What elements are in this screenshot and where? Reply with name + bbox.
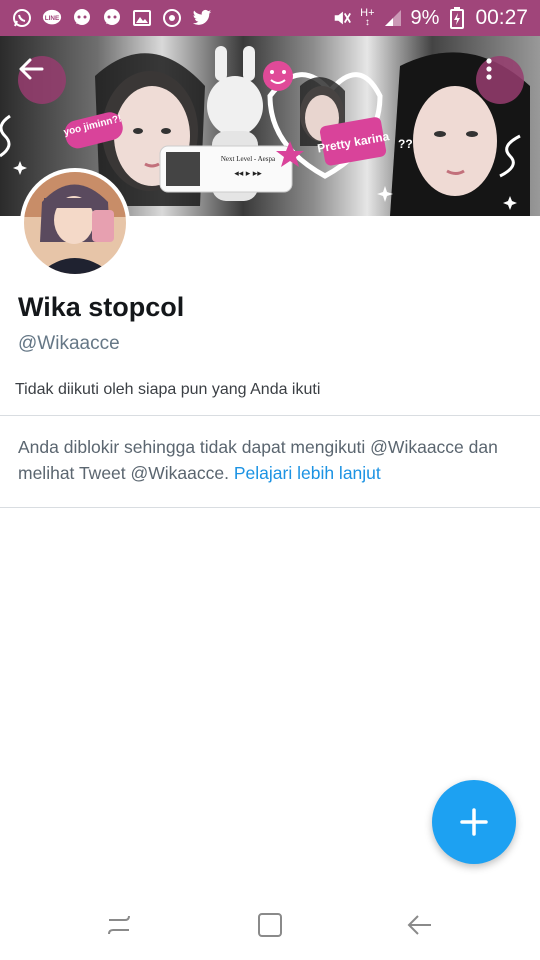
network-data-icon: H+ ↕ xyxy=(360,7,375,28)
profile-name: Wika stopcol xyxy=(18,292,185,322)
system-indicators: H+ ↕ 9% 00:27 xyxy=(332,6,528,30)
system-navigation-bar xyxy=(0,890,540,960)
player-title: Next Level - Aespa xyxy=(221,155,276,163)
learn-more-link[interactable]: Pelajari lebih lanjut xyxy=(234,463,381,483)
plus-icon xyxy=(460,808,488,836)
avatar-image xyxy=(24,172,126,274)
compose-tweet-button[interactable] xyxy=(432,780,516,864)
recent-apps-icon xyxy=(108,915,130,935)
blocked-notice: Anda diblokir sehingga tidak dapat mengi… xyxy=(18,434,523,486)
battery-icon xyxy=(447,7,467,29)
home-icon xyxy=(258,913,282,937)
mute-icon xyxy=(332,8,352,28)
overflow-menu-icon xyxy=(486,58,492,80)
notification-icons: LINE xyxy=(12,8,212,28)
status-bar: LINE H+ ↕ 9% 00:27 xyxy=(0,0,540,36)
line-icon: LINE xyxy=(42,8,62,28)
followers-you-know: Tidak diikuti oleh siapa pun yang Anda i… xyxy=(15,381,321,398)
home-button[interactable] xyxy=(254,910,286,940)
clock: 00:27 xyxy=(475,6,528,29)
chat-bubble-icon xyxy=(102,8,122,28)
back-button[interactable] xyxy=(18,56,66,104)
whatsapp-icon xyxy=(12,8,32,28)
divider xyxy=(0,507,540,508)
gallery-icon xyxy=(132,8,152,28)
avatar[interactable] xyxy=(20,168,130,278)
svg-text:◂◂ ▸ ▸▸: ◂◂ ▸ ▸▸ xyxy=(234,168,262,178)
more-options-button[interactable] xyxy=(476,56,524,104)
sync-icon xyxy=(162,8,182,28)
twitter-icon xyxy=(192,8,212,28)
back-arrow-icon xyxy=(407,915,431,935)
signal-icon xyxy=(383,8,403,28)
recent-apps-button[interactable] xyxy=(103,910,135,940)
battery-percent: 9% xyxy=(410,6,440,29)
chat-bubble-icon xyxy=(72,8,92,28)
svg-text:LINE: LINE xyxy=(45,15,60,22)
system-back-button[interactable] xyxy=(404,910,436,940)
profile-handle: @Wikaacce xyxy=(18,333,120,354)
sticker-question: ?? xyxy=(398,137,413,151)
arrow-left-icon xyxy=(19,58,44,80)
divider xyxy=(0,415,540,416)
